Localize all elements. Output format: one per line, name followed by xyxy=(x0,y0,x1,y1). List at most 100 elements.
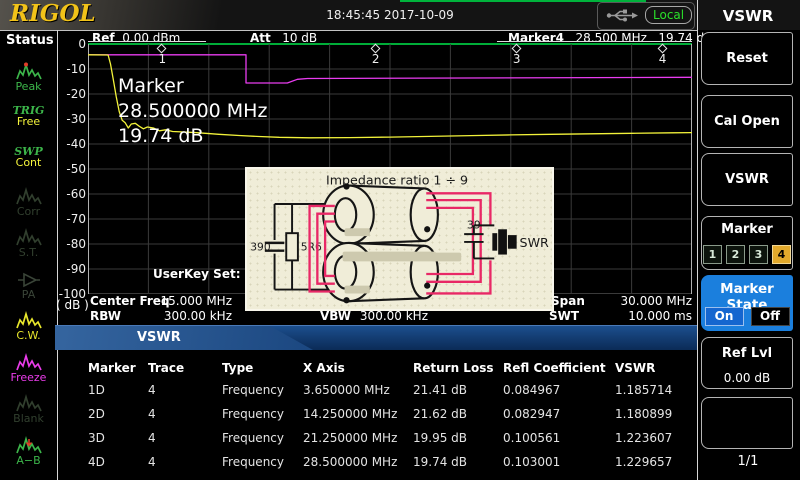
table-cell: 4 xyxy=(148,383,156,397)
table-cell: Frequency xyxy=(222,407,284,421)
sidebar-item-ab: A−B xyxy=(5,436,52,476)
swt-label: SWT xyxy=(549,309,579,323)
vswr-button[interactable]: VSWR xyxy=(701,153,793,206)
table-cell: Frequency xyxy=(222,455,284,469)
ab-icon xyxy=(5,436,52,456)
table-cell: 1D xyxy=(88,383,105,397)
marker-4-number: 4 xyxy=(659,52,667,66)
marker-1-select-box[interactable]: 1 xyxy=(703,245,722,264)
ref-underline xyxy=(88,41,206,42)
marker-underline xyxy=(497,41,692,42)
table-cell: 3.650000 MHz xyxy=(303,383,390,397)
top-bar: RIGOL 18:45:45 2017-10-09 Local xyxy=(0,0,800,30)
table-header-cell: X Axis xyxy=(303,361,345,375)
marker-info-overlay: Marker 28.500000 MHz 19.74 dB xyxy=(118,74,267,149)
table-cell: 4 xyxy=(148,407,156,421)
table-cell: 3D xyxy=(88,431,105,445)
table-cell: 19.95 dB xyxy=(413,431,467,445)
empty-softkey[interactable] xyxy=(701,397,793,449)
balun-schematic-drawing: Impedance ratio 1 ÷ 9 390 5R6 xyxy=(247,169,552,309)
table-cell: 1.223607 xyxy=(615,431,672,445)
marker-overlay-freq: 28.500000 MHz xyxy=(118,99,267,124)
table-cell: 21.250000 MHz xyxy=(303,431,397,445)
marker-state-button[interactable]: Marker State On Off xyxy=(701,275,793,331)
softkey-panel: VSWR Reset Cal Open VSWR Marker 1234 Mar… xyxy=(698,0,800,480)
table-cell: 0.103001 xyxy=(503,455,560,469)
y-tick--10: -10 xyxy=(40,62,86,76)
rigol-logo: RIGOL xyxy=(10,0,96,27)
span-value: 30.000 MHz xyxy=(592,294,692,308)
cal-open-button[interactable]: Cal Open xyxy=(701,95,793,148)
table-header-cell: Trace xyxy=(148,361,184,375)
vswr-button-label: VSWR xyxy=(725,172,769,187)
y-tick--30: -30 xyxy=(40,112,86,126)
sidebar-item-cw: C.W. xyxy=(5,311,52,351)
cal-open-button-label: Cal Open xyxy=(714,114,780,129)
ab-label: A−B xyxy=(5,455,52,466)
cw-label: C.W. xyxy=(5,330,52,341)
marker-number-row: 1234 xyxy=(702,245,792,264)
balun-schematic-overlay: Impedance ratio 1 ÷ 9 390 5R6 xyxy=(245,167,554,311)
table-header-cell: Refl Coefficient xyxy=(503,361,606,375)
table-cell: 1.180899 xyxy=(615,407,672,421)
table-cell: 21.62 dB xyxy=(413,407,467,421)
marker-3-number: 3 xyxy=(513,52,521,66)
freeze-icon xyxy=(5,353,52,373)
table-cell: Frequency xyxy=(222,431,284,445)
reset-button[interactable]: Reset xyxy=(701,32,793,85)
marker-select-label: Marker xyxy=(702,222,792,237)
table-cell: 4 xyxy=(148,431,156,445)
y-tick--20: -20 xyxy=(40,87,86,101)
table-cell: 1.185714 xyxy=(615,383,672,397)
table-cell: 28.500000 MHz xyxy=(303,455,397,469)
marker-1-number: 1 xyxy=(158,52,166,66)
reset-button-label: Reset xyxy=(726,51,768,66)
y-tick-0: 0 xyxy=(40,37,86,51)
marker-state-off[interactable]: Off xyxy=(751,307,790,326)
y-tick--90: -90 xyxy=(40,262,86,276)
local-button[interactable]: Local xyxy=(645,6,692,24)
freeze-label: Freeze xyxy=(5,372,52,383)
sidebar-item-freeze: Freeze xyxy=(5,353,52,393)
vswr-bar-title: VSWR xyxy=(137,330,181,345)
table-cell: 14.250000 MHz xyxy=(303,407,397,421)
y-tick--60: -60 xyxy=(40,187,86,201)
table-cell: 2D xyxy=(88,407,105,421)
cw-icon xyxy=(5,311,52,331)
table-header-cell: VSWR xyxy=(615,361,655,375)
table-cell: 4D xyxy=(88,455,105,469)
marker-2-select-box[interactable]: 2 xyxy=(726,245,745,264)
ref-lvl-value: 0.00 dB xyxy=(702,371,792,385)
table-cell: 19.74 dB xyxy=(413,455,467,469)
marker-overlay-title: Marker xyxy=(118,74,267,99)
usb-icon xyxy=(606,9,640,22)
marker-2-number: 2 xyxy=(372,52,380,66)
table-cell: Frequency xyxy=(222,383,284,397)
schematic-cap1-label: 390 xyxy=(250,241,271,254)
timestamp: 18:45:45 2017-10-09 xyxy=(300,8,480,22)
sidebar-item-blank: Blank xyxy=(5,394,52,434)
schematic-cap2-label: 39 xyxy=(467,218,481,231)
swt-value: 10.000 ms xyxy=(592,309,692,323)
rbw-label: RBW xyxy=(90,309,121,323)
y-axis-unit: ( dB ) xyxy=(56,298,89,312)
ref-lvl-button[interactable]: Ref Lvl 0.00 dB xyxy=(701,337,793,389)
center-freq-value: 15.000 MHz xyxy=(132,294,232,308)
y-tick--70: -70 xyxy=(40,212,86,226)
y-tick--40: -40 xyxy=(40,137,86,151)
vswr-bar-tab xyxy=(55,326,315,350)
instrument-screen: RIGOL 18:45:45 2017-10-09 Local Status P… xyxy=(0,0,800,480)
table-cell: 1.229657 xyxy=(615,455,672,469)
table-cell: 0.100561 xyxy=(503,431,560,445)
marker-4-select-box[interactable]: 4 xyxy=(772,245,791,264)
marker-state-on[interactable]: On xyxy=(705,307,744,326)
userkey-message: UserKey Set: S xyxy=(153,267,245,281)
table-cell: 0.082947 xyxy=(503,407,560,421)
span-label: Span xyxy=(551,294,585,308)
marker-3-select-box[interactable]: 3 xyxy=(749,245,768,264)
y-tick--50: -50 xyxy=(40,162,86,176)
marker-select-button[interactable]: Marker 1234 xyxy=(701,216,793,270)
marker-table: MarkerTraceTypeX AxisReturn LossRefl Coe… xyxy=(58,355,697,480)
table-cell: 0.084967 xyxy=(503,383,560,397)
table-cell: 4 xyxy=(148,455,156,469)
